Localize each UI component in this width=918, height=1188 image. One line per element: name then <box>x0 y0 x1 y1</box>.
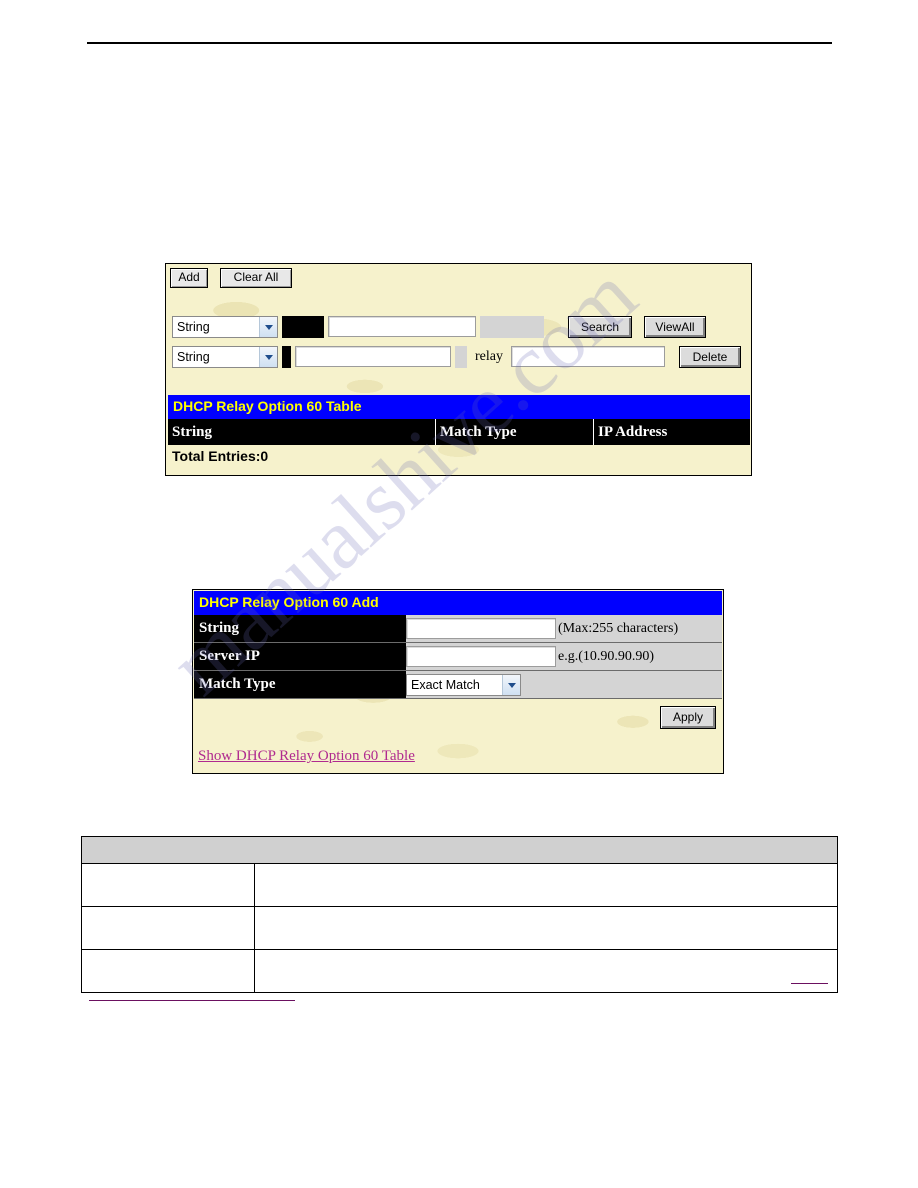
label-string: String <box>194 615 406 642</box>
desc-parameter-cell <box>81 949 255 993</box>
value-cell-match-type: Exact Match <box>406 671 722 698</box>
column-header-ip-address: IP Address <box>598 424 668 440</box>
search-query-input[interactable] <box>328 316 476 337</box>
delete-row-spacer-gray <box>455 346 467 368</box>
desc-parameter-cell <box>81 863 255 907</box>
delete-button[interactable]: Delete <box>678 346 741 368</box>
dhcp-relay-option-60-table-panel: Add Clear All String Search ViewAll Stri… <box>165 263 752 476</box>
string-hint: (Max:255 characters) <box>558 620 679 636</box>
column-header-match-type: Match Type <box>436 419 594 445</box>
column-header-string: String <box>168 419 436 445</box>
label-server-ip: Server IP <box>194 643 406 670</box>
chevron-down-icon <box>259 347 277 367</box>
clear-all-button[interactable]: Clear All <box>220 268 292 288</box>
desc-parameter-cell <box>81 906 255 950</box>
desc-description-cell <box>254 949 838 993</box>
desc-description-cell <box>254 906 838 950</box>
server-ip-input[interactable] <box>406 646 556 667</box>
delete-field-select-value: String <box>177 350 210 364</box>
string-input[interactable] <box>406 618 556 639</box>
page-header-rule <box>87 42 832 44</box>
form-row-string: String (Max:255 characters) <box>194 615 722 643</box>
table-row <box>81 863 838 907</box>
label-match-type: Match Type <box>194 671 406 698</box>
delete-row: String relay Delete <box>172 346 744 368</box>
relay-ip-input[interactable] <box>510 346 665 367</box>
search-row: String Search ViewAll <box>172 316 744 338</box>
match-type-select-value: Exact Match <box>411 677 480 692</box>
table-column-headers: String Match Type IP Address <box>168 419 750 445</box>
table-title-bar: DHCP Relay Option 60 Table <box>168 395 750 419</box>
chevron-down-icon <box>502 674 520 695</box>
delete-row-spacer-dark <box>282 346 291 368</box>
table-toolbar: Add Clear All <box>170 268 300 288</box>
relay-label: relay <box>475 349 503 364</box>
value-cell-server-ip: e.g.(10.90.90.90) <box>406 643 722 670</box>
search-row-spacer-gray <box>480 316 544 338</box>
search-button[interactable]: Search <box>568 316 632 338</box>
form-row-match-type: Match Type Exact Match <box>194 671 722 699</box>
table-row <box>81 906 838 950</box>
show-dhcp-relay-option-60-table-link[interactable]: Show DHCP Relay Option 60 Table <box>198 748 415 765</box>
desc-description-cell <box>254 863 838 907</box>
link-underline-remnant-right[interactable] <box>791 983 828 984</box>
table-row <box>81 949 838 993</box>
view-all-button[interactable]: ViewAll <box>644 316 706 338</box>
dhcp-relay-option-60-add-panel: DHCP Relay Option 60 Add String (Max:255… <box>192 589 724 774</box>
match-type-select[interactable]: Exact Match <box>406 673 521 696</box>
chevron-down-icon <box>259 317 277 337</box>
value-cell-string: (Max:255 characters) <box>406 615 722 642</box>
delete-field-select[interactable]: String <box>172 346 278 368</box>
total-entries-label: Total Entries:0 <box>172 448 269 464</box>
desc-table-header-row <box>81 836 838 864</box>
delete-string-input[interactable] <box>295 346 451 367</box>
search-row-spacer-dark <box>282 316 324 338</box>
parameter-description-table <box>81 836 838 993</box>
search-field-select[interactable]: String <box>172 316 278 338</box>
search-field-select-value: String <box>177 320 210 334</box>
server-ip-hint: e.g.(10.90.90.90) <box>558 648 655 664</box>
apply-button[interactable]: Apply <box>660 706 716 729</box>
form-row-server-ip: Server IP e.g.(10.90.90.90) <box>194 643 722 671</box>
add-button[interactable]: Add <box>170 268 208 288</box>
add-panel-title-bar: DHCP Relay Option 60 Add <box>194 591 722 615</box>
link-underline-remnant-left[interactable] <box>89 1000 295 1001</box>
desc-table-header-cell <box>81 836 838 864</box>
